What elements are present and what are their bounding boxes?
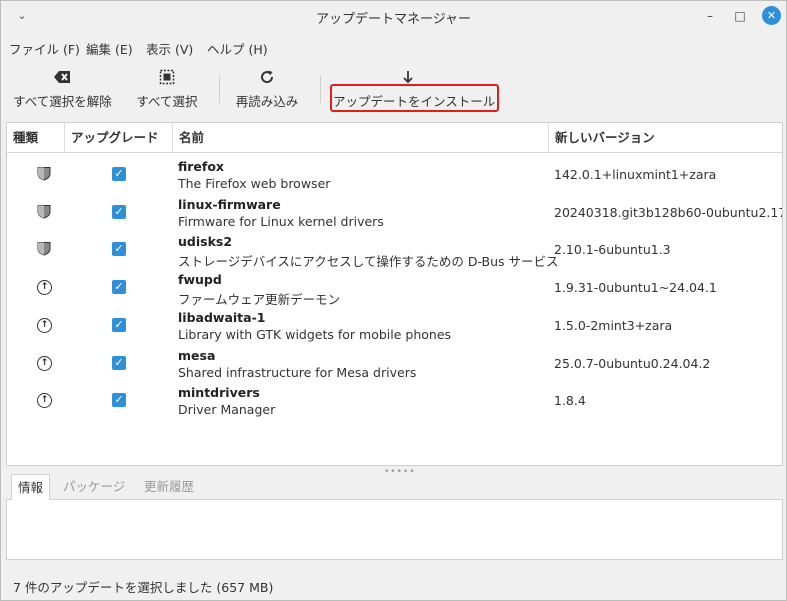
package-version: 1.8.4 bbox=[554, 393, 586, 409]
window-title: アップデートマネージャー bbox=[315, 12, 472, 27]
upgrade-checkbox[interactable]: ✓ bbox=[112, 204, 126, 219]
table-row[interactable]: ✓ udisks2 ストレージデバイスにアクセスして操作するための D-Bus サー… bbox=[7, 230, 782, 269]
table-row[interactable]: ✓ firefox The Firefox web browser 142.0.1+l… bbox=[7, 155, 782, 193]
close-icon[interactable]: ✕ bbox=[762, 6, 781, 25]
status-bar-text: 7 件のアップデートを選択しました (657 MB) bbox=[13, 580, 274, 595]
package-name: mintdrivers bbox=[178, 385, 260, 401]
upgrade-checkbox[interactable]: ✓ bbox=[112, 393, 126, 408]
upgrade-checkbox[interactable]: ✓ bbox=[112, 355, 126, 370]
table-row[interactable]: ↑ ✓ libadwaita-1 Library with GTK widgets f… bbox=[7, 306, 782, 344]
minimize-icon[interactable]: – bbox=[700, 6, 720, 26]
package-description: The Firefox web browser bbox=[178, 176, 331, 191]
table-row[interactable]: ✓ linux-firmware Firmware for Linux kernel… bbox=[7, 193, 783, 231]
package-version: 20240318.git3b128b60-0ubuntu2.17 bbox=[554, 204, 783, 220]
column-header-type[interactable]: 種類 bbox=[7, 123, 65, 153]
package-version: 1.5.0-2mint3+zara bbox=[554, 317, 673, 333]
upgrade-arrow-icon: ↑ bbox=[37, 393, 52, 409]
package-version: 142.0.1+linuxmint1+zara bbox=[554, 167, 717, 182]
menu-view[interactable]: 表示 (V) bbox=[146, 39, 193, 58]
upgrade-checkbox[interactable]: ✓ bbox=[112, 242, 126, 257]
select-all-icon bbox=[133, 69, 201, 87]
clear-selection-button[interactable]: すべて選択を解除 bbox=[11, 69, 114, 113]
package-name: linux-firmware bbox=[178, 196, 281, 212]
update-manager-window: ⌄ アップデートマネージャー – □ ✕ ファイル (F) 編集 (E) 表示 … bbox=[0, 0, 787, 601]
package-description: Driver Manager bbox=[178, 402, 276, 418]
table-row[interactable]: ↑ ✓ mintdrivers Driver Manager 1.8.4 bbox=[7, 381, 782, 419]
tab-packages[interactable]: パッケージ bbox=[57, 474, 131, 500]
package-description: Shared infrastructure for Mesa drivers bbox=[178, 364, 417, 380]
upgrade-checkbox[interactable]: ✓ bbox=[112, 317, 126, 332]
details-tabs: 情報 パッケージ 更新履歴 bbox=[6, 474, 783, 501]
package-name: udisks2 bbox=[178, 234, 233, 250]
menu-edit[interactable]: 編集 (E) bbox=[86, 39, 133, 58]
install-highlight-box bbox=[330, 84, 499, 112]
tab-panel bbox=[6, 500, 783, 560]
table-header: 種類 アップグレード 名前 新しいバージョン bbox=[7, 123, 782, 153]
package-name: libadwaita-1 bbox=[178, 309, 266, 325]
refresh-button[interactable]: 再読み込み bbox=[233, 69, 301, 113]
maximize-icon[interactable]: □ bbox=[730, 6, 750, 26]
toolbar-separator bbox=[320, 75, 321, 103]
table-row[interactable]: ↑ ✓ mesa Shared infrastructure for Mesa dri… bbox=[7, 344, 782, 382]
updates-table: 種類 アップグレード 名前 新しいバージョン ✓ firefox The Firef… bbox=[6, 122, 783, 466]
package-name: fwupd bbox=[178, 272, 222, 288]
select-all-button[interactable]: すべて選択 bbox=[133, 69, 201, 113]
package-name: firefox bbox=[178, 159, 224, 174]
package-name: mesa bbox=[178, 347, 216, 363]
toolbar-separator bbox=[219, 75, 220, 103]
upgrade-arrow-icon: ↑ bbox=[37, 280, 52, 296]
column-header-upgrade[interactable]: アップグレード bbox=[65, 123, 173, 153]
security-shield-icon bbox=[37, 204, 51, 219]
column-header-name[interactable]: 名前 bbox=[173, 123, 549, 153]
tab-info[interactable]: 情報 bbox=[11, 474, 51, 501]
refresh-icon bbox=[233, 69, 301, 87]
column-header-new-version[interactable]: 新しいバージョン bbox=[549, 123, 782, 153]
package-description: Library with GTK widgets for mobile phon… bbox=[178, 326, 452, 342]
package-description: Firmware for Linux kernel drivers bbox=[178, 213, 384, 229]
package-version: 2.10.1-6ubuntu1.3 bbox=[554, 242, 671, 258]
title-bar: ⌄ アップデートマネージャー – □ ✕ bbox=[1, 1, 786, 31]
upgrade-arrow-icon: ↑ bbox=[37, 317, 52, 333]
security-shield-icon bbox=[37, 167, 51, 181]
upgrade-arrow-icon: ↑ bbox=[37, 355, 52, 371]
clear-icon bbox=[11, 69, 114, 87]
upgrade-checkbox[interactable]: ✓ bbox=[112, 167, 126, 181]
menu-help[interactable]: ヘルプ (H) bbox=[207, 39, 268, 58]
upgrade-checkbox[interactable]: ✓ bbox=[112, 280, 126, 295]
security-shield-icon bbox=[37, 242, 51, 256]
package-version: 1.9.31-0ubuntu1~24.04.1 bbox=[554, 280, 717, 296]
tab-changelog[interactable]: 更新履歴 bbox=[138, 474, 200, 500]
menu-file[interactable]: ファイル (F) bbox=[9, 39, 80, 58]
table-row[interactable]: ↑ ✓ fwupd ファームウェア更新デーモン 1.9.31-0ubuntu1~24.0… bbox=[7, 268, 782, 307]
package-version: 25.0.7-0ubuntu0.24.04.2 bbox=[554, 355, 711, 371]
